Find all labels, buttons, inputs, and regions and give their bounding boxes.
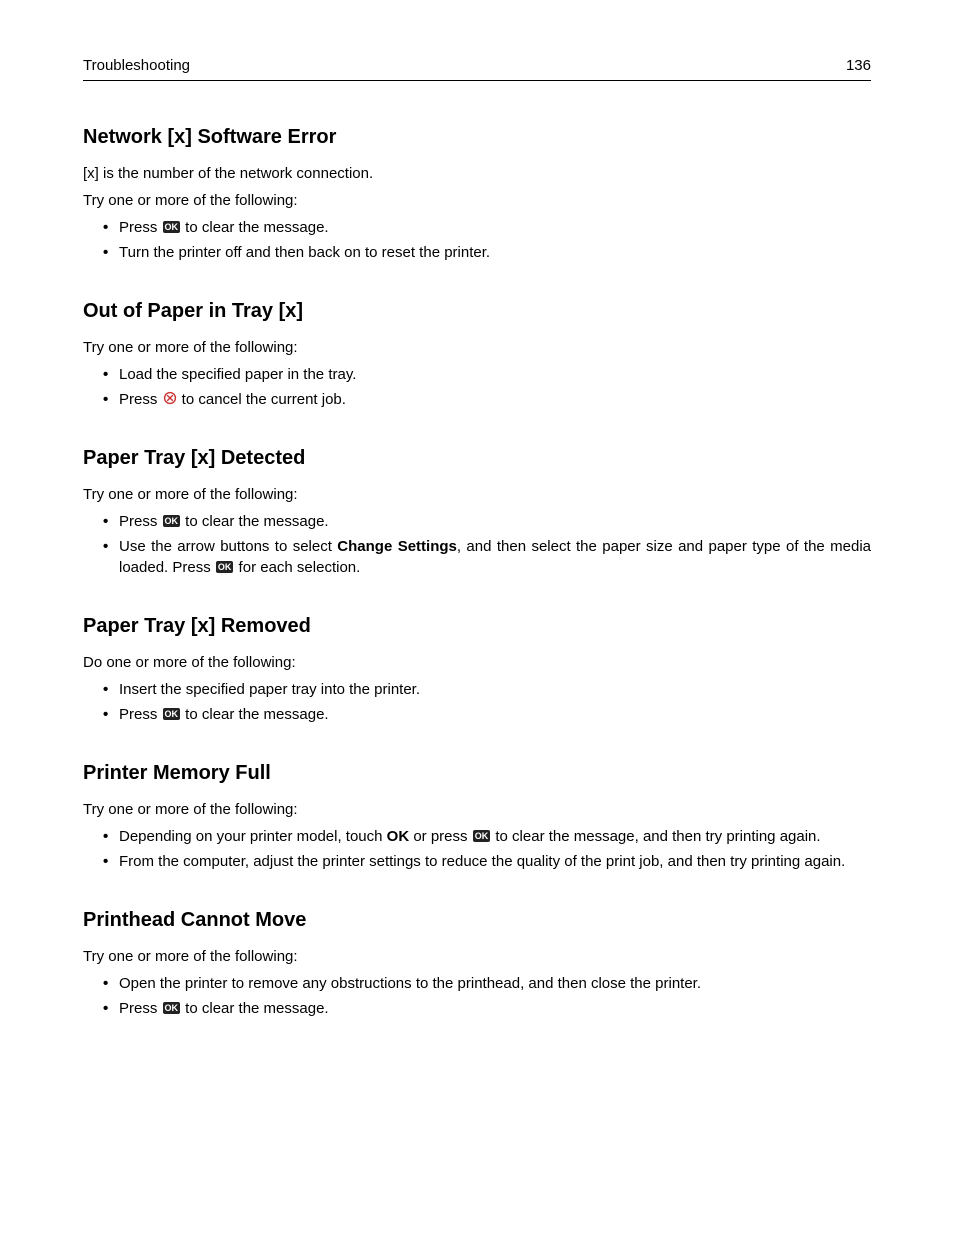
section-heading: Out of Paper in Tray [x] (83, 297, 871, 325)
ok-button-icon: OK (163, 708, 181, 721)
step-list: Load the specified paper in the tray. Pre… (83, 364, 871, 410)
ok-button-icon: OK (216, 561, 234, 574)
section-heading: Printer Memory Full (83, 759, 871, 787)
step-item: Press OK to clear the message. (119, 511, 871, 532)
ok-button-icon: OK (163, 1002, 181, 1015)
step-item: Depending on your printer model, touch O… (119, 826, 871, 847)
step-item: Insert the specified paper tray into the… (119, 679, 871, 700)
cancel-button-icon (163, 391, 177, 405)
header-section: Troubleshooting (83, 55, 190, 76)
step-item: Turn the printer off and then back on to… (119, 242, 871, 263)
header-page-number: 136 (846, 55, 871, 76)
step-list: Press OK to clear the message. Use the ar… (83, 511, 871, 578)
section-lead: Try one or more of the following: (83, 337, 871, 358)
step-list: Depending on your printer model, touch O… (83, 826, 871, 872)
step-list: Insert the specified paper tray into the… (83, 679, 871, 725)
step-item: Use the arrow buttons to select Change S… (119, 536, 871, 578)
step-item: Press OK to clear the message. (119, 704, 871, 725)
step-item: From the computer, adjust the printer se… (119, 851, 871, 872)
section-heading: Network [x] Software Error (83, 123, 871, 151)
section-lead: Try one or more of the following: (83, 799, 871, 820)
troubleshooting-section: Out of Paper in Tray [x] Try one or more … (83, 297, 871, 410)
step-item: Press OK to clear the message. (119, 217, 871, 238)
manual-page: Troubleshooting 136 Network [x] Software… (0, 0, 954, 1235)
section-lead: Try one or more of the following: (83, 484, 871, 505)
section-lead: Do one or more of the following: (83, 652, 871, 673)
step-list: Open the printer to remove any obstructi… (83, 973, 871, 1019)
section-intro: [x] is the number of the network connect… (83, 163, 871, 184)
bold-term: OK (387, 828, 410, 845)
ok-button-icon: OK (473, 830, 491, 843)
step-item: Load the specified paper in the tray. (119, 364, 871, 385)
section-heading: Paper Tray [x] Removed (83, 612, 871, 640)
section-lead: Try one or more of the following: (83, 190, 871, 211)
troubleshooting-section: Printhead Cannot Move Try one or more of … (83, 906, 871, 1019)
troubleshooting-section: Network [x] Software Error [x] is the num… (83, 123, 871, 263)
step-item: Press OK to clear the message. (119, 998, 871, 1019)
ok-button-icon: OK (163, 515, 181, 528)
ok-button-icon: OK (163, 221, 181, 234)
step-list: Press OK to clear the message. Turn the p… (83, 217, 871, 263)
step-item: Press to cancel the current job. (119, 389, 871, 410)
troubleshooting-section: Printer Memory Full Try one or more of th… (83, 759, 871, 872)
section-lead: Try one or more of the following: (83, 946, 871, 967)
step-item: Open the printer to remove any obstructi… (119, 973, 871, 994)
section-heading: Printhead Cannot Move (83, 906, 871, 934)
bold-term: Change Settings (337, 538, 457, 555)
troubleshooting-section: Paper Tray [x] Removed Do one or more of … (83, 612, 871, 725)
section-heading: Paper Tray [x] Detected (83, 444, 871, 472)
running-header: Troubleshooting 136 (83, 55, 871, 81)
troubleshooting-section: Paper Tray [x] Detected Try one or more o… (83, 444, 871, 578)
